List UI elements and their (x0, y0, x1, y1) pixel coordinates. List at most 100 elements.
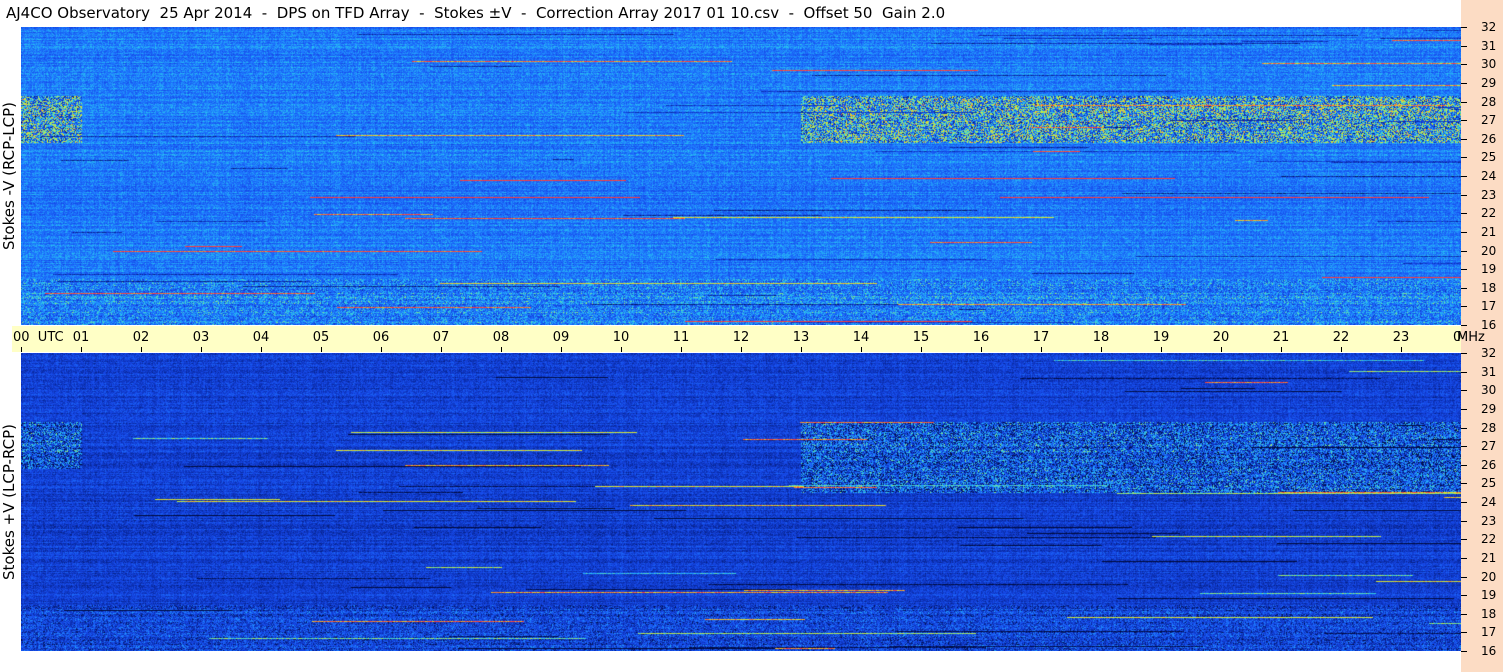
bottom-freq-tick-mark-30 (1461, 390, 1467, 392)
top-panel-ylabel-text: Stokes -V (RCP-LCP) (0, 102, 18, 250)
x-tick-label-5: 05 (312, 330, 330, 345)
top-freq-tick-label-27: 27 (1481, 113, 1497, 128)
bottom-freq-tick-label-19: 19 (1481, 588, 1497, 603)
bottom-freq-tick-mark-28 (1461, 427, 1467, 429)
top-freq-tick-mark-21 (1461, 231, 1467, 233)
bottom-freq-tick-label-20: 20 (1481, 569, 1497, 584)
bottom-freq-tick-mark-23 (1461, 520, 1467, 522)
bottom-freq-tick-mark-27 (1461, 446, 1467, 448)
x-tick-mark-8 (501, 347, 502, 352)
top-freq-tick-mark-25 (1461, 157, 1467, 159)
bottom-freq-tick-label-16: 16 (1481, 644, 1497, 658)
x-tick-mark-3 (201, 347, 202, 352)
top-freq-tick-label-22: 22 (1481, 206, 1497, 221)
x-tick-mark-9 (561, 347, 562, 352)
top-freq-tick-label-18: 18 (1481, 280, 1497, 295)
bottom-freq-tick-mark-31 (1461, 371, 1467, 373)
x-tick-label-18: 18 (1092, 330, 1110, 345)
bottom-freq-tick-mark-21 (1461, 557, 1467, 559)
top-freq-tick-label-19: 19 (1481, 262, 1497, 277)
x-tick-label-0: 00 UTC (13, 330, 64, 345)
bottom-freq-tick-mark-19 (1461, 595, 1467, 597)
bottom-freq-tick-label-30: 30 (1481, 383, 1497, 398)
bottom-freq-tick-label-27: 27 (1481, 439, 1497, 454)
x-tick-label-15: 15 (912, 330, 930, 345)
top-freq-tick-label-17: 17 (1481, 299, 1497, 314)
top-freq-tick-label-32: 32 (1481, 20, 1497, 34)
spectrogram-bottom-stokes-plus-v (21, 353, 1461, 651)
x-tick-label-3: 03 (192, 330, 210, 345)
bottom-freq-tick-label-25: 25 (1481, 476, 1497, 491)
top-freq-tick-label-26: 26 (1481, 131, 1497, 146)
top-freq-tick-mark-16 (1461, 325, 1467, 326)
x-tick-mark-14 (861, 347, 862, 352)
bottom-freq-tick-mark-26 (1461, 464, 1467, 466)
x-tick-label-22: 22 (1332, 330, 1350, 345)
x-tick-mark-16 (981, 347, 982, 352)
x-tick-label-9: 09 (552, 330, 570, 345)
top-freq-tick-label-16: 16 (1481, 318, 1497, 332)
x-tick-mark-12 (741, 347, 742, 352)
bottom-freq-tick-label-21: 21 (1481, 550, 1497, 565)
bottom-freq-tick-mark-32 (1461, 353, 1467, 354)
top-freq-tick-mark-28 (1461, 101, 1467, 103)
top-freq-tick-mark-27 (1461, 120, 1467, 122)
x-tick-mark-1 (81, 347, 82, 352)
top-freq-tick-label-30: 30 (1481, 57, 1497, 72)
x-tick-label-17: 17 (1032, 330, 1050, 345)
x-tick-label-23: 23 (1392, 330, 1410, 345)
x-tick-mark-13 (801, 347, 802, 352)
bottom-freq-tick-mark-17 (1461, 632, 1467, 634)
x-tick-mark-19 (1161, 347, 1162, 352)
top-freq-tick-mark-29 (1461, 82, 1467, 84)
top-freq-tick-mark-32 (1461, 27, 1467, 28)
x-tick-label-20: 20 (1212, 330, 1230, 345)
x-tick-mark-21 (1281, 347, 1282, 352)
bottom-freq-tick-label-18: 18 (1481, 606, 1497, 621)
x-tick-mark-7 (441, 347, 442, 352)
x-tick-label-19: 19 (1152, 330, 1170, 345)
x-tick-label-4: 04 (252, 330, 270, 345)
bottom-freq-tick-mark-29 (1461, 408, 1467, 410)
x-tick-mark-5 (321, 347, 322, 352)
spectrogram-top-stokes-minus-v (21, 27, 1461, 325)
top-freq-tick-mark-23 (1461, 194, 1467, 196)
x-tick-mark-15 (921, 347, 922, 352)
spectrogram-bottom-canvas (21, 353, 1461, 651)
x-tick-mark-6 (381, 347, 382, 352)
bottom-freq-tick-label-31: 31 (1481, 364, 1497, 379)
top-freq-tick-label-23: 23 (1481, 187, 1497, 202)
bottom-freq-tick-label-32: 32 (1481, 346, 1497, 360)
x-tick-mark-2 (141, 347, 142, 352)
top-freq-tick-label-21: 21 (1481, 224, 1497, 239)
bottom-freq-tick-label-29: 29 (1481, 401, 1497, 416)
top-freq-tick-mark-20 (1461, 250, 1467, 252)
x-tick-label-1: 01 (72, 330, 90, 345)
top-freq-tick-label-31: 31 (1481, 38, 1497, 53)
bottom-freq-tick-label-17: 17 (1481, 625, 1497, 640)
top-freq-tick-label-25: 25 (1481, 150, 1497, 165)
spectrogram-top-canvas (21, 27, 1461, 325)
bottom-freq-tick-label-23: 23 (1481, 513, 1497, 528)
x-tick-mark-0 (21, 347, 22, 352)
x-tick-mark-10 (621, 347, 622, 352)
top-freq-tick-mark-26 (1461, 138, 1467, 140)
top-panel-ylabel: Stokes -V (RCP-LCP) (0, 27, 18, 325)
bottom-panel-ylabel: Stokes +V (LCP-RCP) (0, 353, 18, 651)
top-freq-tick-mark-19 (1461, 269, 1467, 271)
bottom-freq-tick-mark-20 (1461, 576, 1467, 578)
x-tick-label-11: 11 (672, 330, 690, 345)
x-tick-label-14: 14 (852, 330, 870, 345)
x-tick-label-13: 13 (792, 330, 810, 345)
top-freq-tick-mark-22 (1461, 213, 1467, 215)
bottom-freq-tick-label-26: 26 (1481, 457, 1497, 472)
bottom-freq-tick-mark-16 (1461, 651, 1467, 652)
x-tick-mark-11 (681, 347, 682, 352)
bottom-freq-tick-label-28: 28 (1481, 420, 1497, 435)
x-tick-label-6: 06 (372, 330, 390, 345)
bottom-freq-tick-label-22: 22 (1481, 532, 1497, 547)
chart-title: AJ4CO Observatory 25 Apr 2014 - DPS on T… (6, 4, 946, 22)
bottom-freq-tick-mark-25 (1461, 483, 1467, 485)
bottom-freq-tick-mark-18 (1461, 613, 1467, 615)
x-tick-label-12: 12 (732, 330, 750, 345)
